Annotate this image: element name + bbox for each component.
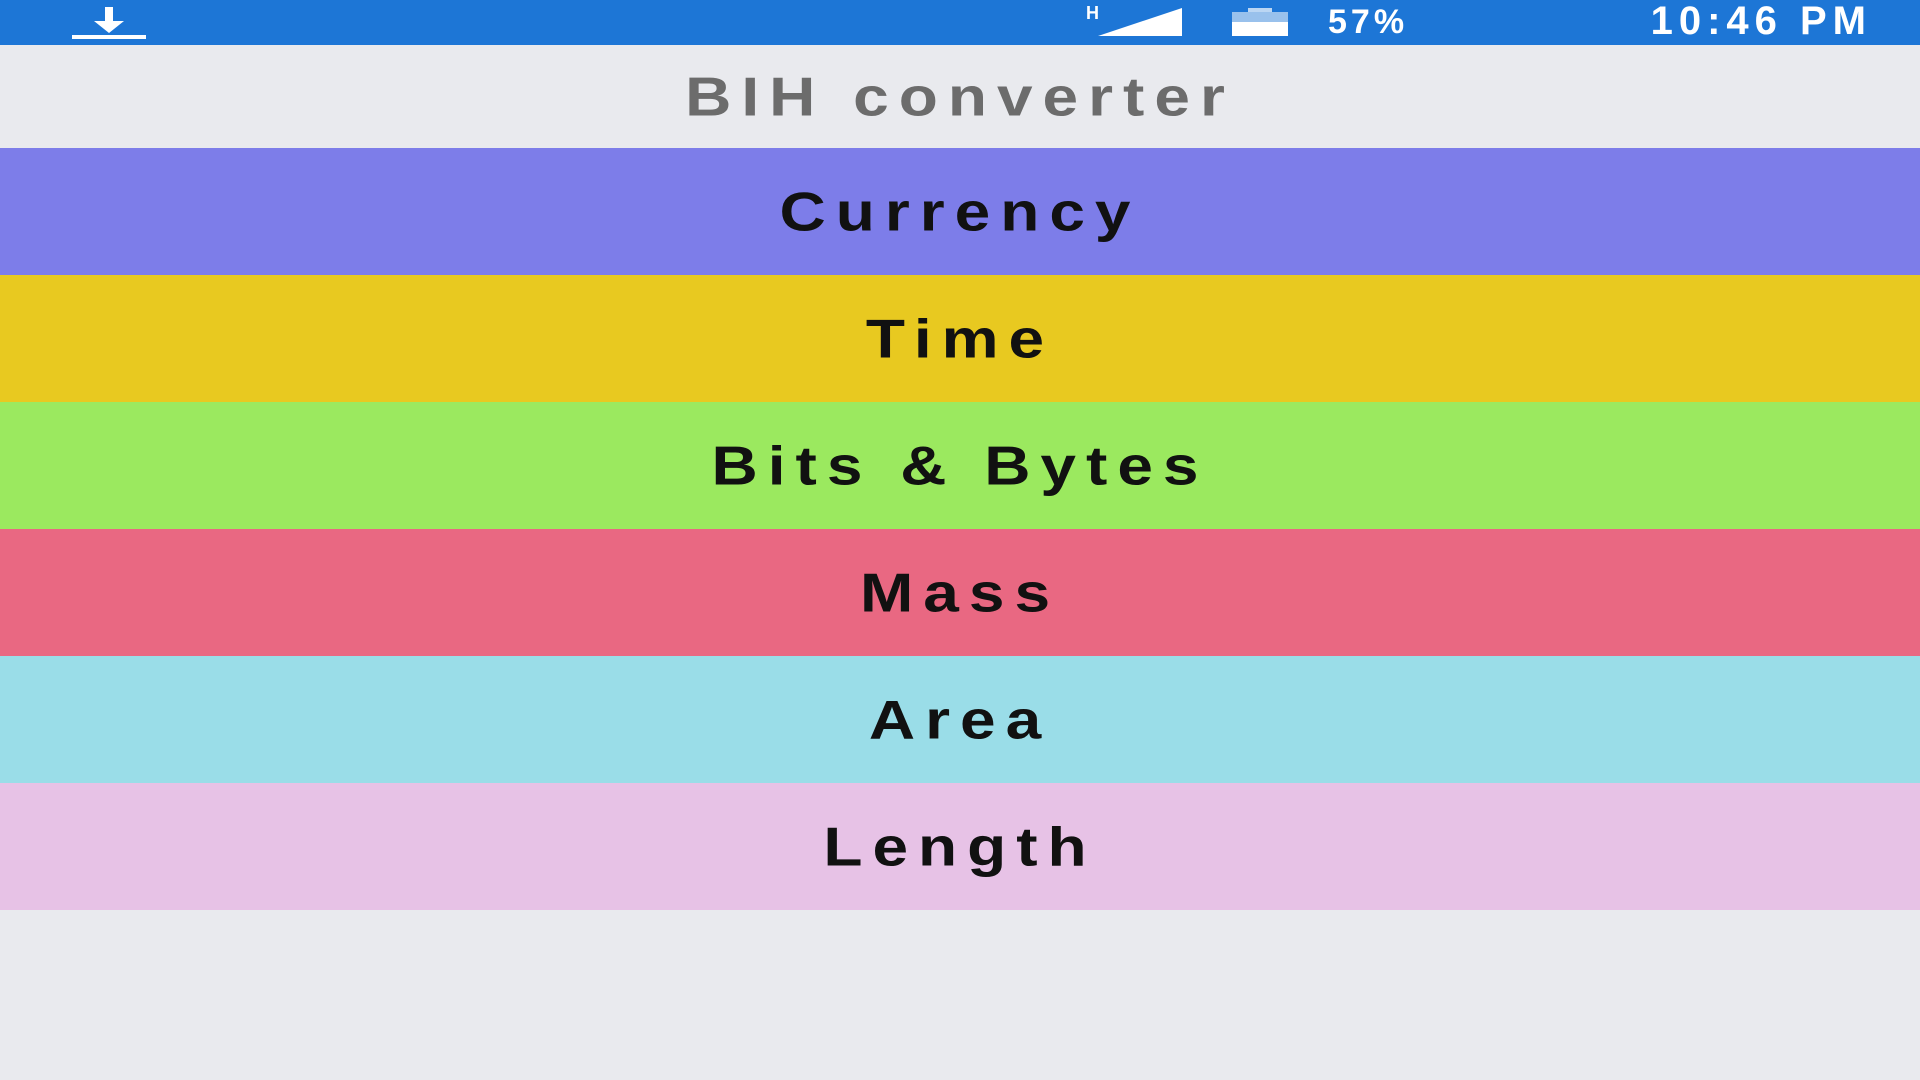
menu-item-label: Bits & Bytes <box>711 434 1209 497</box>
menu-item-area[interactable]: Area <box>0 656 1920 783</box>
menu-item-currency[interactable]: Currency <box>0 148 1920 275</box>
menu-item-length[interactable]: Length <box>0 783 1920 910</box>
menu-item-mass[interactable]: Mass <box>0 529 1920 656</box>
status-clock: 10:46 PM <box>1650 0 1872 43</box>
menu-item-label: Time <box>865 307 1055 370</box>
app-title: BIH converter <box>685 65 1235 128</box>
menu-item-time[interactable]: Time <box>0 275 1920 402</box>
menu-item-label: Area <box>868 688 1052 751</box>
menu-item-label: Length <box>823 815 1097 878</box>
battery-icon <box>1232 8 1288 36</box>
menu-item-bits-bytes[interactable]: Bits & Bytes <box>0 402 1920 529</box>
app-bar: BIH converter <box>0 45 1920 148</box>
menu-item-label: Mass <box>859 561 1061 624</box>
menu-item-label: Currency <box>779 180 1141 243</box>
signal-icon <box>1098 8 1182 36</box>
download-icon <box>72 7 146 39</box>
status-bar: H 57% 10:46 PM <box>0 0 1920 45</box>
converter-menu: Currency Time Bits & Bytes Mass Area Len… <box>0 148 1920 910</box>
battery-percent: 57% <box>1328 3 1409 41</box>
